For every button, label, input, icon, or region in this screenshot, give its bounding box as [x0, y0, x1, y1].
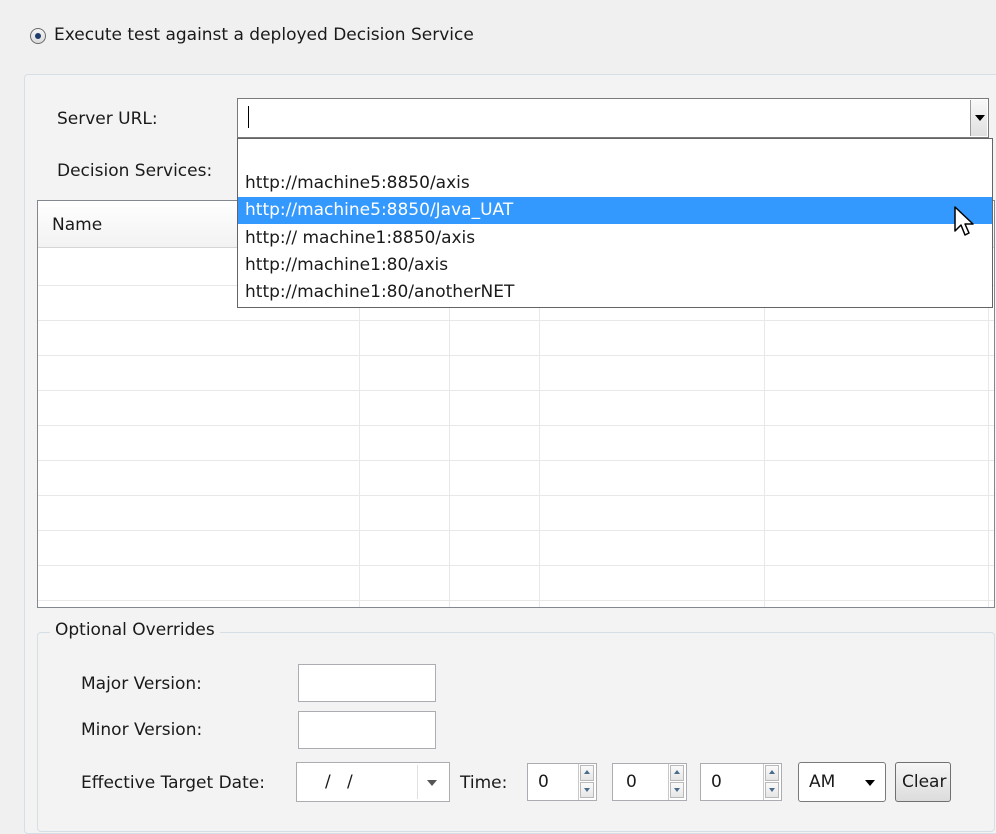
- minor-version-input[interactable]: [298, 711, 436, 749]
- dropdown-item[interactable]: http://machine1:80/anotherNET: [238, 279, 992, 306]
- hour-spinner[interactable]: 0: [527, 763, 597, 801]
- column-header-name[interactable]: Name: [52, 215, 102, 235]
- table-row[interactable]: [38, 425, 994, 426]
- dropdown-item[interactable]: [238, 142, 992, 169]
- chevron-down-icon: [865, 780, 875, 786]
- table-row[interactable]: [38, 565, 994, 566]
- server-url-dropdown-list[interactable]: http://machine5:8850/axis http://machine…: [237, 138, 993, 308]
- optional-overrides-legend: Optional Overrides: [50, 620, 220, 640]
- major-version-input[interactable]: [298, 664, 436, 702]
- time-label: Time:: [460, 773, 508, 793]
- server-url-label: Server URL:: [57, 109, 158, 129]
- ampm-select[interactable]: AM: [798, 762, 886, 802]
- dropdown-item[interactable]: http://machine1:80/axis: [238, 252, 992, 279]
- second-value: 0: [711, 772, 722, 792]
- spin-down-icon[interactable]: [765, 782, 779, 798]
- minor-version-label: Minor Version:: [81, 720, 203, 740]
- clear-button[interactable]: Clear: [895, 762, 951, 802]
- date-value: / /: [325, 772, 353, 792]
- chevron-down-icon[interactable]: [427, 780, 437, 786]
- text-caret: [248, 106, 249, 128]
- server-url-combobox[interactable]: [237, 98, 989, 138]
- dropdown-item[interactable]: http:// machine1:8850/axis: [238, 225, 992, 252]
- table-row[interactable]: [38, 495, 994, 496]
- second-spinner[interactable]: 0: [700, 763, 782, 801]
- minute-value: 0: [626, 772, 637, 792]
- table-row[interactable]: [38, 530, 994, 531]
- spin-down-icon[interactable]: [580, 782, 594, 798]
- mouse-pointer-icon: [954, 206, 974, 236]
- decision-services-label: Decision Services:: [57, 161, 213, 181]
- execute-radio-button[interactable]: [30, 28, 46, 44]
- spin-up-icon[interactable]: [670, 765, 684, 781]
- spin-up-icon[interactable]: [580, 765, 594, 781]
- table-row[interactable]: [38, 600, 994, 601]
- ampm-value: AM: [809, 772, 836, 792]
- date-divider: [417, 765, 418, 799]
- effective-target-date-label: Effective Target Date:: [81, 773, 265, 793]
- effective-date-picker[interactable]: / /: [296, 762, 450, 802]
- execute-radio-label[interactable]: Execute test against a deployed Decision…: [54, 25, 474, 45]
- dropdown-item[interactable]: http://machine5:8850/axis: [238, 170, 992, 197]
- table-row[interactable]: [38, 320, 994, 321]
- radio-selected-icon: [35, 33, 41, 39]
- spin-down-icon[interactable]: [670, 782, 684, 798]
- spin-up-icon[interactable]: [765, 765, 779, 781]
- chevron-down-icon: [975, 115, 985, 121]
- table-row[interactable]: [38, 460, 994, 461]
- table-row[interactable]: [38, 355, 994, 356]
- table-row[interactable]: [38, 390, 994, 391]
- combo-dropdown-button[interactable]: [970, 100, 987, 136]
- dropdown-item-selected[interactable]: http://machine5:8850/Java_UAT: [238, 197, 992, 224]
- clear-button-label: Clear: [902, 772, 947, 792]
- hour-value: 0: [538, 772, 549, 792]
- minute-spinner[interactable]: 0: [612, 763, 687, 801]
- major-version-label: Major Version:: [81, 674, 202, 694]
